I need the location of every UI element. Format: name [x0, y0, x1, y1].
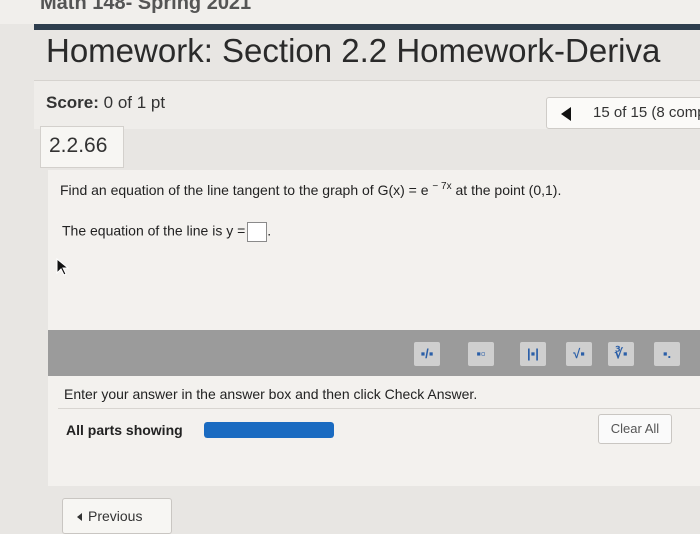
question-suffix: at the point (0,1).: [451, 182, 562, 198]
absolute-value-tool-icon: |▪|: [527, 346, 539, 361]
fraction-tool-icon: ▪/▪: [420, 346, 434, 361]
top-strip: Math 148- Spring 2021: [0, 0, 700, 24]
answer-line: The equation of the line is y =.: [62, 222, 271, 242]
question-area: Find an equation of the line tangent to …: [48, 170, 700, 330]
answer-suffix: .: [267, 222, 272, 239]
divider: [58, 408, 700, 409]
previous-button[interactable]: Previous: [62, 498, 172, 534]
homework-title: Homework: Section 2.2 Homework-Deriva: [46, 32, 661, 69]
problem-number-box: 2.2.66: [40, 126, 124, 168]
answer-prefix: The equation of the line is y =: [62, 222, 246, 239]
previous-arrow-icon: [77, 513, 82, 522]
score-label: Score:: [46, 93, 99, 112]
mouse-cursor-icon: [56, 258, 70, 276]
decimal-tool-icon: ▪.: [662, 346, 672, 361]
fraction-tool-button[interactable]: ▪/▪: [414, 342, 440, 366]
previous-question-icon[interactable]: [561, 107, 571, 121]
exponent-tool-button[interactable]: ▪▫: [468, 342, 494, 366]
instruction-text: Enter your answer in the answer box and …: [64, 386, 478, 402]
score-value: 0 of 1 pt: [103, 93, 166, 112]
absolute-value-tool-button[interactable]: |▪|: [520, 342, 546, 366]
header-rule: [34, 24, 700, 30]
previous-label: Previous: [88, 508, 143, 524]
answer-input[interactable]: [247, 222, 268, 242]
nth-root-tool-icon: ∛▪: [614, 346, 628, 361]
sqrt-tool-button[interactable]: √▪: [566, 342, 592, 366]
question-pager[interactable]: 15 of 15 (8 comp: [546, 97, 700, 129]
score-panel: Score: 0 of 1 pt 15 of 15 (8 comp: [34, 80, 700, 129]
parts-showing-label: All parts showing: [66, 422, 183, 438]
course-title: Math 148- Spring 2021: [40, 0, 252, 14]
parts-progress-bar: [204, 422, 334, 438]
sqrt-tool-icon: √▪: [573, 346, 585, 361]
question-exponent: − 7x: [432, 181, 452, 192]
question-prefix: Find an equation of the line tangent to …: [60, 182, 429, 198]
exponent-tool-icon: ▪▫: [476, 346, 486, 361]
nth-root-tool-button[interactable]: ∛▪: [608, 342, 634, 366]
decimal-tool-button[interactable]: ▪.: [654, 342, 680, 366]
clear-all-button[interactable]: Clear All: [598, 414, 672, 444]
problem-number: 2.2.66: [49, 134, 108, 157]
parts-progress-fill: [204, 422, 334, 438]
math-toolbar: ▪/▪ ▪▫ |▪| √▪ ∛▪ ▪.: [48, 330, 700, 376]
score-text: Score: 0 of 1 pt: [46, 93, 165, 113]
instruction-panel: Enter your answer in the answer box and …: [48, 376, 700, 486]
question-text: Find an equation of the line tangent to …: [60, 181, 562, 198]
pager-text: 15 of 15 (8 comp: [593, 104, 700, 121]
